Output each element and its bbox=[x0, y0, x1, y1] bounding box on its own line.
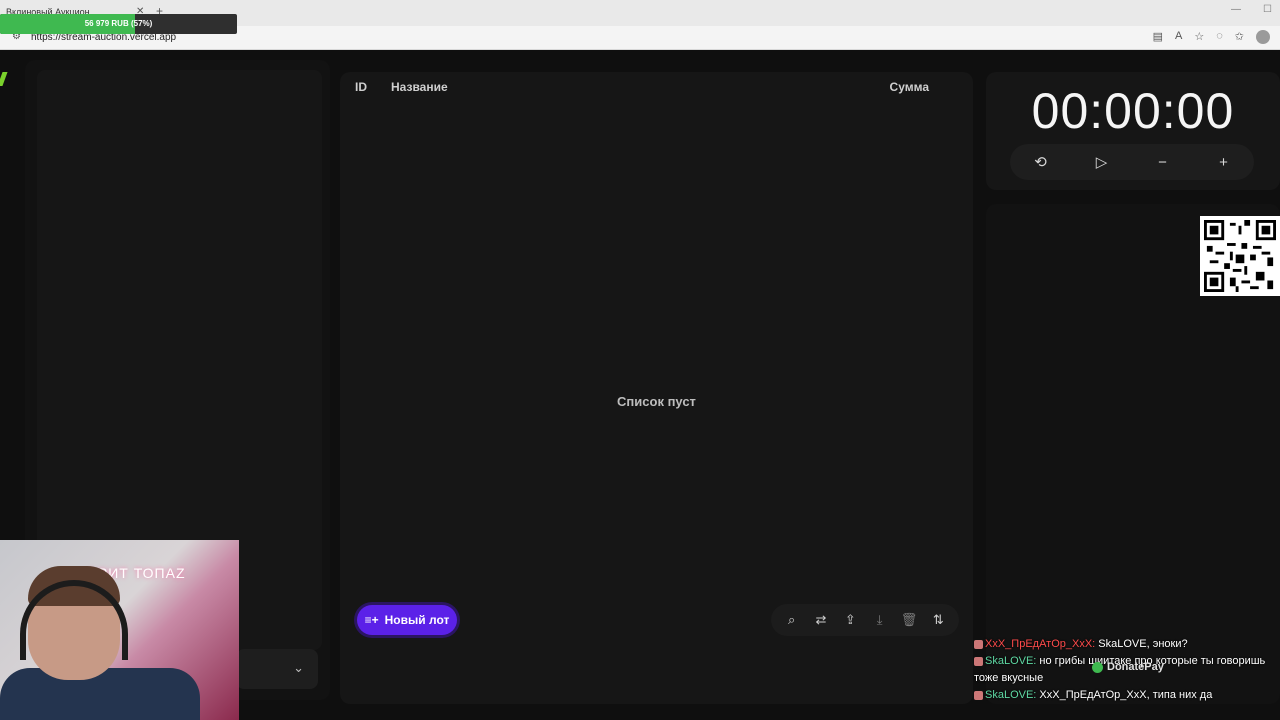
streamer-body bbox=[0, 668, 200, 720]
profile-avatar[interactable] bbox=[1256, 30, 1270, 44]
webcam-overlay: ОРИТ ТОПАZ bbox=[0, 540, 239, 720]
add-list-icon: ≡+ bbox=[364, 613, 379, 627]
upload-icon[interactable]: ⇪ bbox=[840, 612, 860, 628]
chat-text: XxX_ПрЕдАтОр_XxX, типа них да bbox=[1036, 689, 1213, 701]
empty-list-message: Список пуст bbox=[617, 394, 696, 409]
sort-icon[interactable]: ⇅ bbox=[928, 612, 948, 628]
donatepay-icon bbox=[1092, 661, 1103, 673]
reset-timer-icon[interactable]: ⟲ bbox=[1029, 153, 1053, 171]
play-icon[interactable]: ▷ bbox=[1090, 153, 1114, 171]
maximize-icon[interactable]: ☐ bbox=[1263, 4, 1272, 15]
chat-text: SkaLOVE, эноки? bbox=[1095, 638, 1188, 650]
donatepay-label: DonatePay bbox=[1107, 661, 1164, 673]
new-lot-button[interactable]: ≡+ Новый лот bbox=[357, 605, 457, 635]
column-header-sum[interactable]: Сумма bbox=[890, 80, 929, 94]
accent-mark bbox=[0, 72, 8, 86]
badge-icon bbox=[974, 690, 983, 700]
download-icon[interactable]: ⤓ bbox=[870, 612, 890, 628]
chat-message: SkaLOVE: XxX_ПрЕдАтОр_XxX, типа них да bbox=[974, 687, 1274, 704]
chat-username: XxX_ПрЕдАтОр_XxX: bbox=[985, 638, 1096, 650]
extensions-icon[interactable]: ◌ bbox=[1216, 30, 1223, 44]
favorites-icon[interactable]: ✩ bbox=[1235, 30, 1244, 44]
chat-message: XxX_ПрЕдАтОр_XxX: SkaLOVE, эноки? bbox=[974, 636, 1274, 653]
window-controls: — ☐ bbox=[1231, 4, 1272, 15]
toolbar-icons: ▤ A ☆ ◌ ✩ bbox=[1153, 30, 1270, 44]
table-toolbar: ⌕ ⇄ ⇪ ⤓ 🗑 ⇅ bbox=[771, 604, 959, 636]
donation-progress-label: 56 979 RUB (57%) bbox=[84, 19, 153, 28]
minimize-icon[interactable]: — bbox=[1231, 4, 1241, 15]
minus-icon[interactable]: − bbox=[1151, 154, 1175, 171]
donation-progress-bar: 56 979 RUB (57%) bbox=[0, 14, 237, 34]
shuffle-icon[interactable]: ⇄ bbox=[811, 612, 831, 628]
search-icon[interactable]: ⌕ bbox=[782, 612, 802, 628]
timer-controls: ⟲ ▷ − + bbox=[1010, 144, 1254, 180]
translate-icon[interactable]: A bbox=[1175, 30, 1182, 44]
column-header-name[interactable]: Название bbox=[391, 80, 448, 94]
qr-code bbox=[1200, 216, 1280, 296]
donatepay-badge: DonatePay bbox=[1092, 661, 1164, 673]
trash-icon[interactable]: 🗑 bbox=[899, 612, 919, 628]
timer-panel: 00:00:00 ⟲ ▷ − + bbox=[986, 72, 1280, 190]
column-header-id[interactable]: ID bbox=[355, 80, 367, 94]
badge-icon bbox=[974, 656, 983, 666]
chat-username: SkaLOVE: bbox=[985, 655, 1037, 667]
badge-icon bbox=[974, 639, 983, 649]
bookmark-star-icon[interactable]: ☆ bbox=[1194, 30, 1204, 44]
plus-icon[interactable]: + bbox=[1212, 154, 1236, 171]
mode-select[interactable]: ⌄ bbox=[236, 649, 318, 689]
new-lot-label: Новый лот bbox=[384, 613, 450, 627]
chat-username: SkaLOVE: bbox=[985, 689, 1037, 701]
timer-display: 00:00:00 bbox=[1031, 83, 1235, 139]
reader-icon[interactable]: ▤ bbox=[1153, 30, 1163, 44]
chevron-down-icon: ⌄ bbox=[293, 660, 304, 675]
